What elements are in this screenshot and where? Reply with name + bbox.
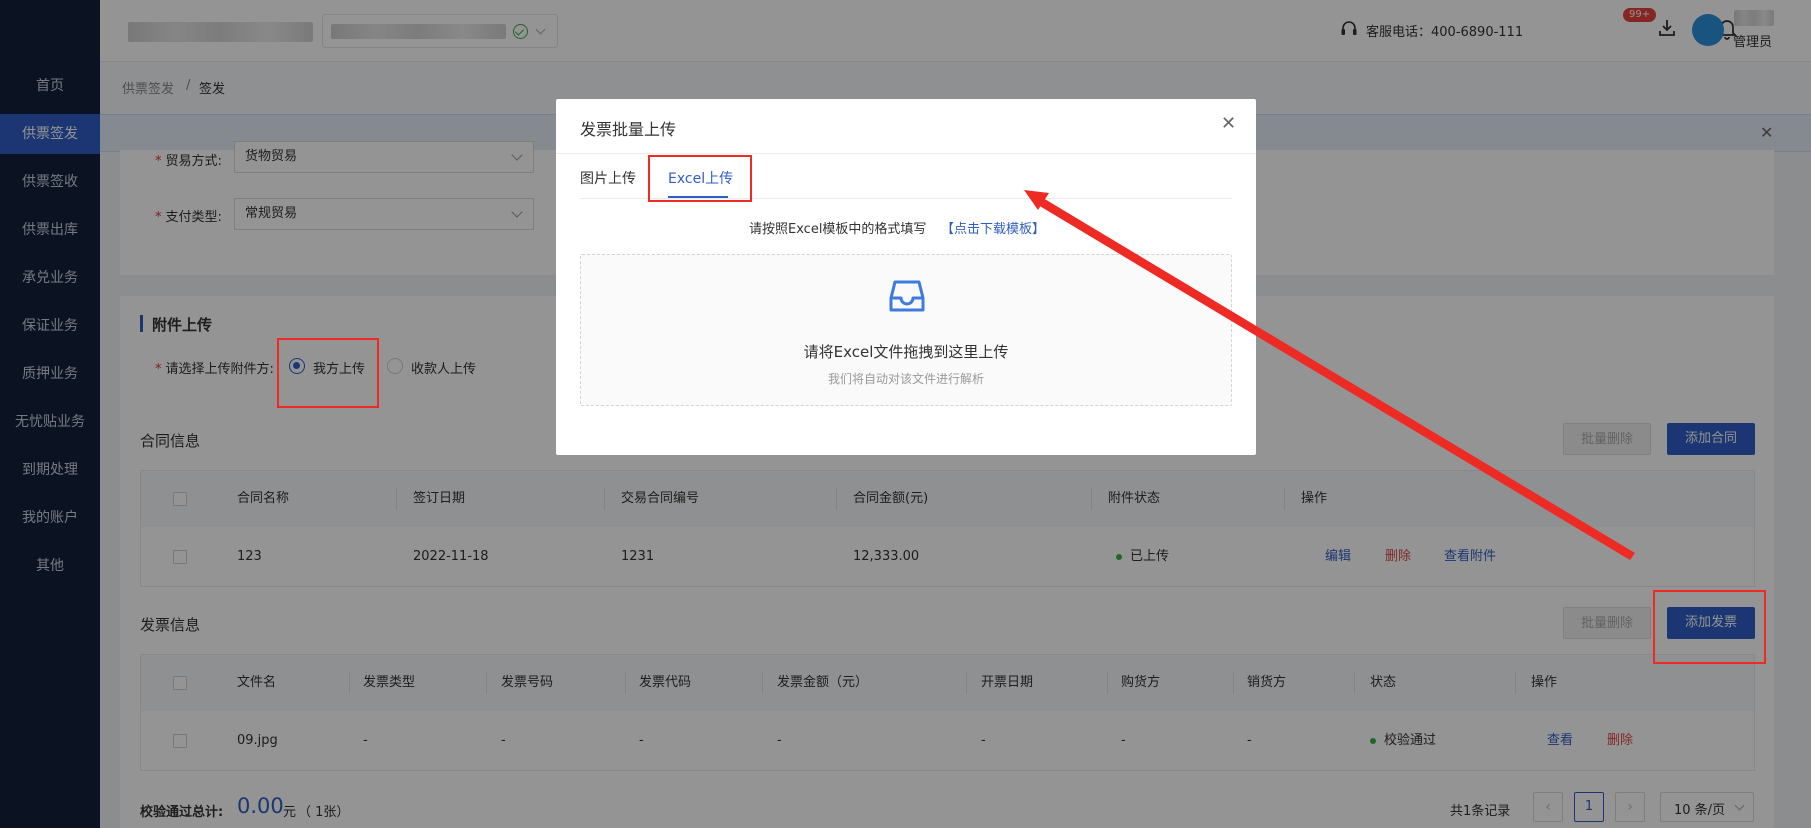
- annotation-arrow: [1024, 190, 1635, 560]
